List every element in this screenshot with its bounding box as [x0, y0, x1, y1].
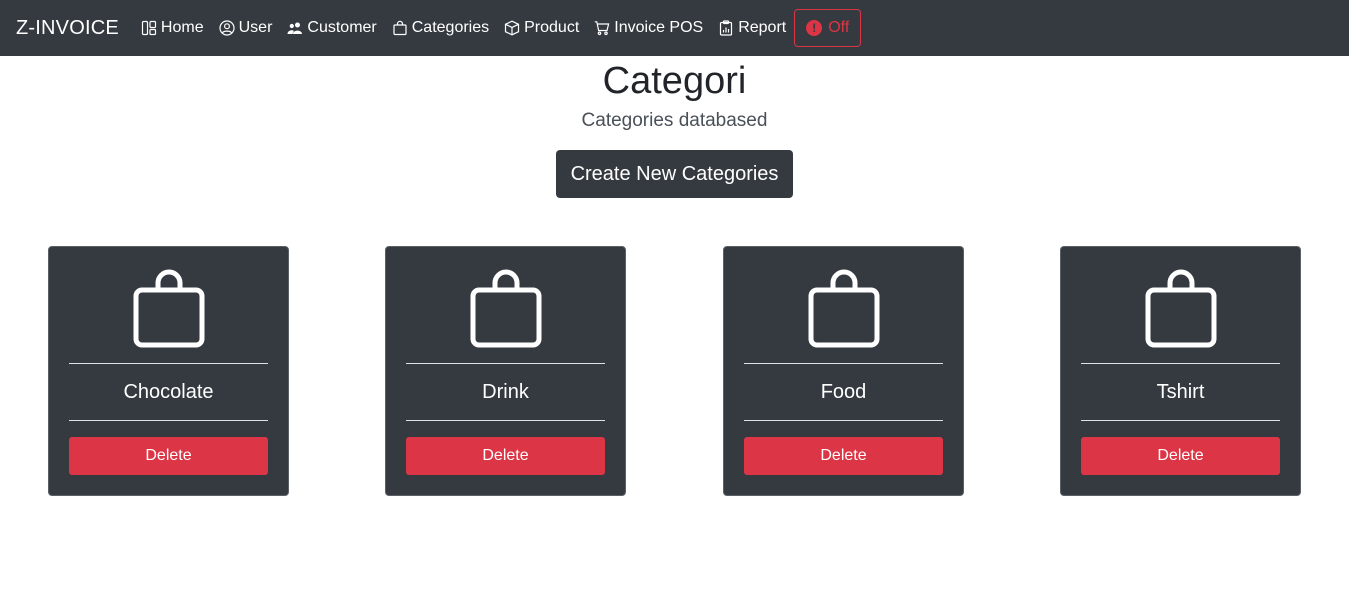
category-name: Drink	[482, 381, 529, 403]
delete-button[interactable]: Delete	[69, 437, 268, 475]
power-off-button[interactable]: ! Off	[794, 9, 862, 47]
nav-item-label: Invoice POS	[614, 19, 704, 36]
bag-icon	[808, 269, 880, 348]
divider	[1081, 420, 1280, 421]
bag-icon	[133, 269, 205, 348]
nav-item-report[interactable]: Report	[718, 19, 786, 37]
category-card-list: Chocolate Delete Drink Delete Food Delet…	[0, 246, 1349, 496]
nav-item-label: Customer	[307, 19, 377, 36]
nav-item-label: User	[238, 19, 273, 36]
bag-icon	[1145, 269, 1217, 348]
delete-button[interactable]: Delete	[744, 437, 943, 475]
nav-item-home[interactable]: Home	[141, 19, 204, 37]
category-card: Tshirt Delete	[1060, 246, 1301, 496]
category-card: Drink Delete	[385, 246, 626, 496]
page-subtitle: Categories databased	[581, 110, 768, 131]
nav-item-categories[interactable]: Categories	[392, 19, 489, 37]
divider	[1081, 363, 1280, 364]
divider	[744, 363, 943, 364]
nav-item-invoice-pos[interactable]: Invoice POS	[594, 19, 703, 37]
nav-item-label: Product	[524, 19, 580, 36]
nav-item-label: Categories	[411, 19, 490, 36]
brand-logo[interactable]: Z-INVOICE	[16, 17, 119, 40]
bag-icon	[470, 269, 542, 348]
create-category-button[interactable]: Create New Categories	[556, 150, 793, 198]
nav-item-product[interactable]: Product	[504, 19, 579, 37]
off-label: Off	[828, 19, 850, 36]
category-name: Tshirt	[1156, 381, 1205, 403]
nav-item-label: Report	[738, 19, 787, 36]
divider	[744, 420, 943, 421]
delete-button[interactable]: Delete	[1081, 437, 1280, 475]
layout-icon	[141, 20, 157, 36]
nav-item-user[interactable]: User	[219, 19, 273, 37]
divider	[406, 363, 605, 364]
delete-button[interactable]: Delete	[406, 437, 605, 475]
top-navbar: Z-INVOICE Home User Customer Categories …	[0, 0, 1349, 56]
category-name: Food	[820, 381, 867, 403]
category-card: Food Delete	[723, 246, 964, 496]
divider	[406, 420, 605, 421]
cart-icon	[595, 21, 610, 36]
nav-item-customer[interactable]: Customer	[287, 19, 377, 37]
divider	[69, 363, 268, 364]
box-icon	[505, 20, 520, 36]
category-name: Chocolate	[123, 381, 214, 403]
bag-icon	[393, 20, 407, 36]
page-title: Categori	[602, 60, 747, 102]
category-card: Chocolate Delete	[48, 246, 289, 496]
clipboard-data-icon	[720, 20, 733, 36]
nav-item-label: Home	[160, 19, 204, 36]
people-icon	[287, 22, 303, 34]
divider	[69, 420, 268, 421]
user-circle-icon	[219, 20, 235, 36]
exclamation-circle-icon: !	[806, 20, 823, 36]
